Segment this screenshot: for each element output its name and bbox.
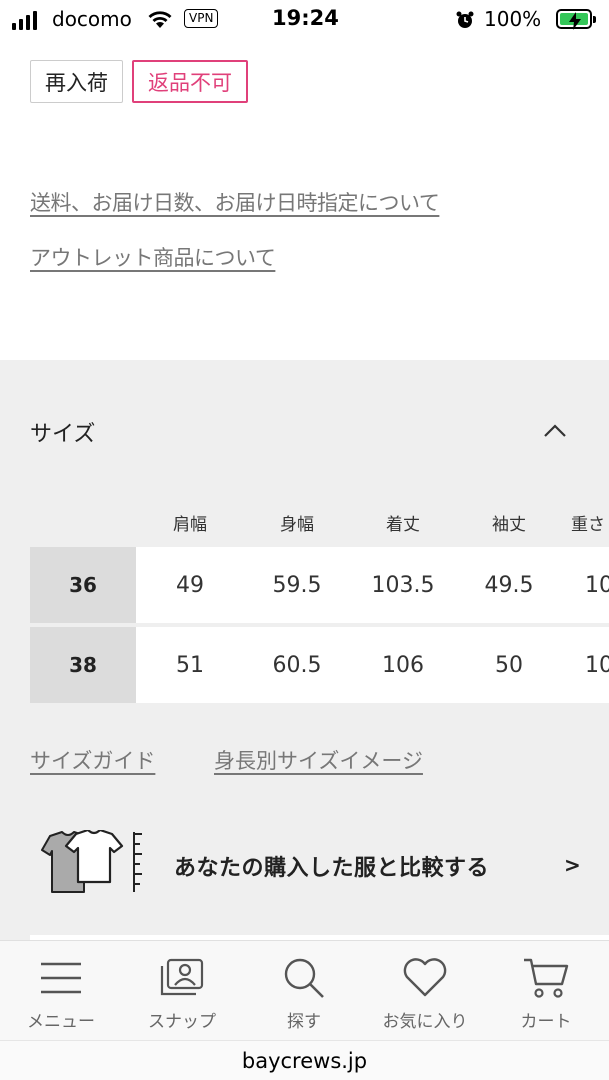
table-cell: 59.5 [272,572,322,598]
nav-snap[interactable]: スナップ [127,955,237,1032]
heart-icon [370,955,480,1001]
table-cell: 10 [585,572,609,598]
product-tags: 再入荷 返品不可 [30,60,248,103]
table-cell: 10 [585,652,609,678]
restock-tag: 再入荷 [30,60,123,103]
cart-icon [491,955,601,1001]
table-cell: 51 [176,652,204,678]
size-guide-link[interactable]: サイズガイド [30,745,155,775]
column-header: 肩幅 [173,515,207,535]
table-cell: 49.5 [484,572,534,598]
nav-search[interactable]: 探す [249,955,359,1032]
alarm-icon [455,10,475,34]
outlet-info-link[interactable]: アウトレット商品について [30,242,276,272]
menu-icon [6,955,116,1001]
signal-icon [12,10,37,30]
size-table-header: 肩幅 身幅 着丈 袖丈 重さ [30,510,609,536]
size-section: サイズ 肩幅 身幅 着丈 袖丈 重さ 36 49 59.5 103.5 49.5… [0,360,609,945]
nav-favorites[interactable]: お気に入り [370,955,480,1032]
nav-label: お気に入り [382,1012,468,1032]
battery-charging-icon [556,9,596,30]
vpn-badge: VPN [184,9,219,28]
compare-purchased-clothes-button[interactable]: あなたの購入した服と比較する > [0,820,609,910]
nav-label: スナップ [148,1012,216,1032]
height-size-image-link[interactable]: 身長別サイズイメージ [214,745,423,775]
tshirt-compare-icon [38,828,144,900]
table-row: 38 51 60.5 106 50 10 [30,627,609,703]
shipping-info-link[interactable]: 送料、お届け日数、お届け日時指定について [30,187,440,217]
nav-label: メニュー [27,1012,95,1032]
column-header: 身幅 [280,515,314,535]
chevron-up-icon[interactable] [543,422,567,442]
column-header: 重さ [571,515,605,535]
non-returnable-tag: 返品不可 [132,60,248,103]
bottom-nav: メニュー スナップ 探す お気に入り カート [0,940,609,1040]
nav-label: カート [520,1012,572,1032]
table-cell: 50 [495,652,523,678]
column-header: 袖丈 [492,515,526,535]
column-header: 着丈 [386,515,420,535]
table-cell: 60.5 [272,652,322,678]
carrier-name: docomo [52,7,132,31]
wifi-icon [146,8,174,34]
chevron-right-icon: > [564,853,581,877]
url-bar[interactable]: baycrews.jp [0,1040,609,1080]
size-label: 36 [30,547,136,623]
compare-label: あなたの購入した服と比較する [174,856,490,881]
table-cell: 106 [382,652,424,678]
search-icon [249,955,359,1001]
nav-menu[interactable]: メニュー [6,955,116,1032]
table-row: 36 49 59.5 103.5 49.5 10 [30,547,609,623]
nav-label: 探す [287,1012,321,1032]
table-cell: 49 [176,572,204,598]
table-cell: 103.5 [371,572,435,598]
battery-percent: 100% [484,7,542,31]
nav-cart[interactable]: カート [491,955,601,1032]
snap-icon [127,955,237,1001]
size-section-title: サイズ [30,422,96,447]
size-label: 38 [30,627,136,703]
clock: 19:24 [272,6,339,30]
status-bar: docomo VPN 19:24 100% [0,0,609,40]
